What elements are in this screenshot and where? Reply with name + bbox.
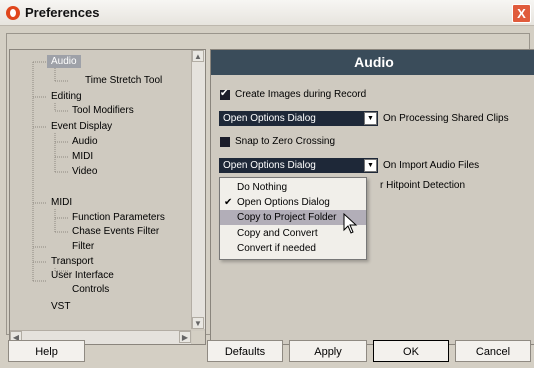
menu-item-convert-if-needed[interactable]: Convert if needed <box>220 241 366 256</box>
tree-item-event-display[interactable]: Event Display <box>51 120 112 133</box>
tree-item-event-video[interactable]: Video <box>72 165 97 178</box>
import-audio-dropdown[interactable]: Open Options Dialog ▼ <box>219 158 378 173</box>
menu-item-open-options-dialog-label: Open Options Dialog <box>237 197 330 208</box>
window-title: Preferences <box>25 5 100 20</box>
scrollbar-corner <box>192 331 205 344</box>
dropdown-arrow-icon: ▼ <box>364 159 377 172</box>
tree-item-transport[interactable]: Transport <box>51 255 93 268</box>
create-images-checkbox[interactable] <box>220 88 230 100</box>
mouse-pointer-icon <box>343 213 358 234</box>
help-button[interactable]: Help <box>8 340 85 362</box>
shared-clips-dropdown[interactable]: Open Options Dialog ▼ <box>219 111 378 126</box>
tree-item-event-audio[interactable]: Audio <box>72 135 98 148</box>
tree-vertical-scrollbar[interactable]: ▲ ▼ <box>191 50 205 329</box>
cubase-logo-icon <box>6 6 20 20</box>
category-tree: Audio Time Stretch Tool Editing Tool Mod… <box>10 50 191 329</box>
ok-button[interactable]: OK <box>373 340 449 362</box>
tree-item-time-stretch-tool[interactable]: Time Stretch Tool <box>85 74 162 87</box>
import-audio-value: Open Options Dialog <box>223 160 316 171</box>
scroll-right-icon[interactable]: ▶ <box>179 331 191 343</box>
shared-clips-value: Open Options Dialog <box>223 113 316 124</box>
checkmark-icon: ✔ <box>224 197 233 208</box>
tree-item-midi[interactable]: MIDI <box>51 196 72 209</box>
tree-item-tool-modifiers[interactable]: Tool Modifiers <box>72 104 134 117</box>
defaults-button[interactable]: Defaults <box>207 340 283 362</box>
import-audio-label: On Import Audio Files <box>383 160 480 171</box>
panel-header: Audio <box>211 50 534 75</box>
tree-item-event-midi[interactable]: MIDI <box>72 150 93 163</box>
tree-item-vst[interactable]: VST <box>51 300 70 313</box>
snap-zero-label: Snap to Zero Crossing <box>235 136 336 147</box>
tree-item-audio[interactable]: Audio <box>47 55 81 68</box>
dropdown-arrow-icon: ▼ <box>364 112 377 125</box>
tree-item-user-interface[interactable]: User Interface <box>51 269 114 282</box>
tree-item-editing[interactable]: Editing <box>51 90 82 103</box>
shared-clips-label: On Processing Shared Clips <box>383 113 509 124</box>
menu-item-do-nothing[interactable]: Do Nothing <box>220 180 366 195</box>
category-tree-panel: Audio Time Stretch Tool Editing Tool Mod… <box>9 49 206 345</box>
apply-button[interactable]: Apply <box>289 340 367 362</box>
scroll-up-icon[interactable]: ▲ <box>192 50 204 62</box>
snap-zero-checkbox[interactable] <box>220 137 230 147</box>
tree-item-filter[interactable]: Filter <box>72 240 94 253</box>
tree-item-chase-events-filter[interactable]: Chase Events Filter <box>72 225 159 238</box>
cancel-button[interactable]: Cancel <box>455 340 531 362</box>
tree-item-controls[interactable]: Controls <box>72 283 109 296</box>
close-icon[interactable]: X <box>512 4 531 23</box>
menu-item-open-options-dialog[interactable]: ✔ Open Options Dialog <box>220 195 366 210</box>
tree-item-function-parameters[interactable]: Function Parameters <box>72 211 165 224</box>
scroll-down-icon[interactable]: ▼ <box>192 317 204 329</box>
create-images-label: Create Images during Record <box>235 89 367 100</box>
hitpoint-label: r Hitpoint Detection <box>380 180 466 191</box>
title-bar: Preferences X <box>0 0 534 26</box>
